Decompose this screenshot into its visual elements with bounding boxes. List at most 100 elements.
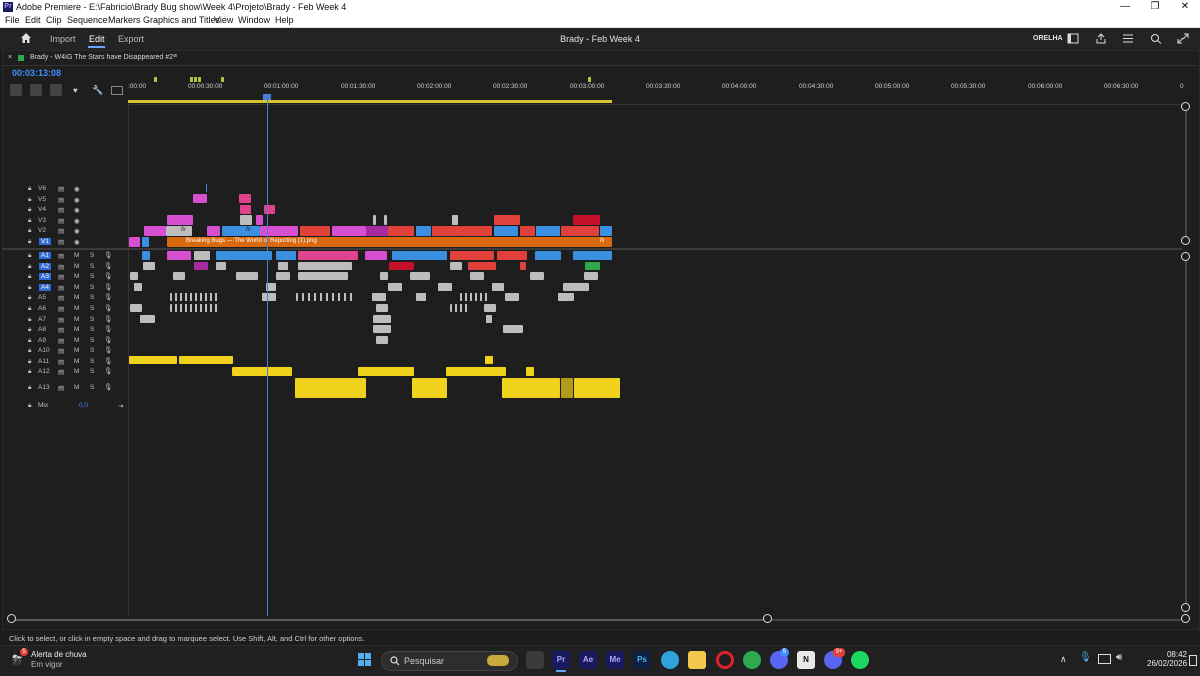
audio-clip[interactable] <box>376 336 388 344</box>
video-clip[interactable] <box>264 205 275 214</box>
audio-clip-music[interactable] <box>526 367 534 376</box>
playhead-handle[interactable] <box>263 94 271 100</box>
audio-clip-group[interactable] <box>170 293 218 301</box>
menu-window[interactable]: Window <box>238 15 270 25</box>
taskbar-search-box[interactable]: Pesquisar <box>381 651 518 671</box>
lock-icon[interactable]: 🔒︎ <box>28 368 31 376</box>
menu-sequence[interactable]: Sequence <box>67 15 108 25</box>
video-clip[interactable] <box>142 237 149 247</box>
microphone-icon[interactable]: 🎙︎ <box>104 357 112 365</box>
audio-clip[interactable] <box>585 262 600 270</box>
eye-icon[interactable]: ◉ <box>74 238 80 246</box>
lock-icon[interactable]: 🔒︎ <box>28 358 31 366</box>
audio-clip[interactable] <box>216 251 272 260</box>
search-icon[interactable] <box>1150 33 1162 44</box>
video-clip[interactable] <box>207 226 220 236</box>
audio-clip[interactable] <box>216 262 226 270</box>
microphone-icon[interactable]: 🎙︎ <box>104 367 112 375</box>
mute-button[interactable]: M <box>74 294 79 301</box>
eye-icon[interactable]: ◉ <box>74 185 80 193</box>
file-explorer-icon[interactable] <box>688 651 706 669</box>
notifications-icon[interactable] <box>1189 655 1197 666</box>
lock-icon[interactable]: 🔒︎ <box>28 284 31 292</box>
solo-button[interactable]: S <box>90 368 94 375</box>
eye-icon[interactable]: ◉ <box>74 206 80 214</box>
microphone-icon[interactable]: 🎙︎ <box>104 283 112 291</box>
video-clip[interactable]: fx <box>166 226 192 236</box>
lock-icon[interactable]: 🔒︎ <box>28 263 31 271</box>
work-area-bar[interactable] <box>128 100 612 103</box>
lock-icon[interactable]: 🔒︎ <box>28 196 31 204</box>
video-clip[interactable] <box>240 215 252 225</box>
video-clip[interactable] <box>240 205 251 214</box>
sequence-tab-name[interactable]: Brady - W4IG The Stars have Disappeared … <box>30 54 173 61</box>
track-name[interactable]: V4 <box>38 206 46 213</box>
task-view-icon[interactable] <box>526 651 544 669</box>
scroll-handle-left[interactable] <box>7 614 16 623</box>
marker[interactable] <box>190 77 193 82</box>
marker[interactable] <box>221 77 224 82</box>
video-clip[interactable] <box>129 237 140 247</box>
video-clip[interactable]: fx <box>222 226 260 236</box>
display-tray-icon[interactable] <box>1098 654 1111 664</box>
track-name[interactable]: A7 <box>38 316 46 323</box>
microphone-icon[interactable]: 🎙︎ <box>104 272 112 280</box>
audio-scroll-handle-top[interactable] <box>1181 252 1190 261</box>
minimize-button[interactable]: — <box>1110 0 1140 14</box>
audio-clip[interactable] <box>416 293 426 301</box>
lock-icon[interactable]: 🔒︎ <box>28 347 31 355</box>
microphone-tray-icon[interactable]: 🎙︎ <box>1079 652 1092 663</box>
audio-device-label[interactable]: ORELHA <box>1033 35 1063 42</box>
video-scroll-handle-bottom[interactable] <box>1181 236 1190 245</box>
sync-lock-icon[interactable]: ▤ <box>58 358 64 366</box>
audio-scroll-handle-bottom[interactable] <box>1181 603 1190 612</box>
photoshop-taskbar-icon[interactable]: Ps <box>633 651 651 669</box>
tray-chevron-icon[interactable]: ∧ <box>1060 654 1067 665</box>
mute-button[interactable]: M <box>74 316 79 323</box>
audio-clip[interactable] <box>372 293 386 301</box>
audio-clip[interactable] <box>298 272 348 280</box>
eye-icon[interactable]: ◉ <box>74 227 80 235</box>
video-clip[interactable] <box>256 215 263 225</box>
track-name[interactable]: V3 <box>38 217 46 224</box>
lock-icon[interactable]: 🔒︎ <box>28 185 31 193</box>
marker[interactable] <box>194 77 197 82</box>
track-name[interactable]: A8 <box>38 326 46 333</box>
video-clip[interactable] <box>600 226 612 236</box>
solo-button[interactable]: S <box>90 337 94 344</box>
video-clip[interactable] <box>452 215 458 225</box>
audio-clip[interactable] <box>484 304 496 312</box>
audio-clip[interactable] <box>520 262 526 270</box>
video-clip[interactable] <box>300 226 330 236</box>
microphone-icon[interactable]: 🎙︎ <box>104 304 112 312</box>
mute-button[interactable]: M <box>74 252 79 259</box>
lock-icon[interactable]: 🔒︎ <box>28 316 31 324</box>
audio-clip[interactable] <box>194 251 210 260</box>
solo-button[interactable]: S <box>90 347 94 354</box>
video-clip[interactable] <box>388 226 414 236</box>
sync-lock-icon[interactable]: ▤ <box>58 217 64 225</box>
audio-clip[interactable] <box>558 293 574 301</box>
audio-clip[interactable] <box>389 262 414 270</box>
sync-lock-icon[interactable]: ▤ <box>58 273 64 281</box>
sync-lock-icon[interactable]: ▤ <box>58 284 64 292</box>
audio-clip[interactable] <box>563 283 589 291</box>
audio-clip[interactable] <box>492 283 504 291</box>
audio-clip-music[interactable] <box>358 367 414 376</box>
sync-lock-icon[interactable]: ▤ <box>58 238 64 246</box>
mute-button[interactable]: M <box>74 384 79 391</box>
video-clip[interactable] <box>432 226 462 236</box>
video-clip[interactable] <box>193 194 207 203</box>
video-clip[interactable] <box>494 215 520 225</box>
track-name[interactable]: V2 <box>38 227 46 234</box>
menu-markers[interactable]: Markers <box>108 15 141 25</box>
audio-clip[interactable] <box>388 283 402 291</box>
panel-layout-icon[interactable] <box>1067 33 1079 44</box>
track-name[interactable]: A1 <box>39 252 51 259</box>
audio-clip[interactable] <box>497 251 527 260</box>
lock-icon[interactable]: 🔒︎ <box>28 227 31 235</box>
solo-button[interactable]: S <box>90 358 94 365</box>
opera-icon[interactable] <box>716 651 734 669</box>
eye-icon[interactable]: ◉ <box>74 217 80 225</box>
mute-button[interactable]: M <box>74 305 79 312</box>
